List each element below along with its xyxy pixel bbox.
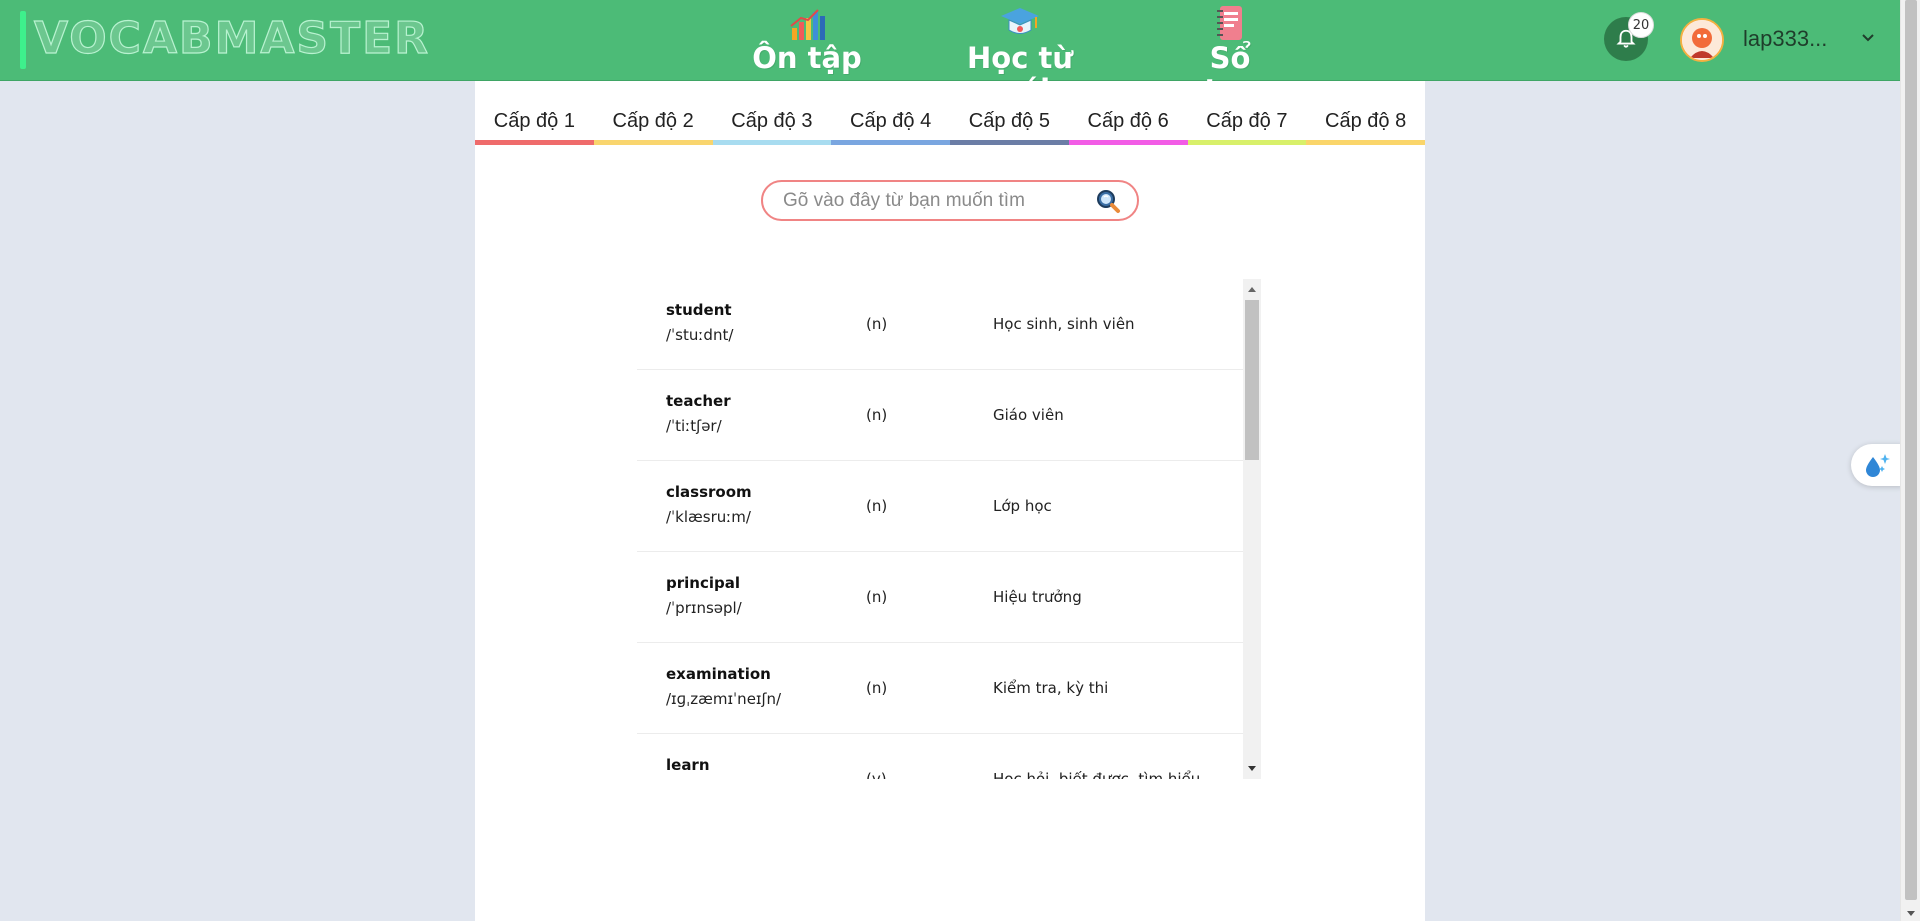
- word-list-scrollbar[interactable]: [1243, 279, 1261, 779]
- word-pos: (n): [866, 679, 888, 697]
- word-pos: (n): [866, 315, 888, 333]
- tab-level-3[interactable]: Cấp độ 3: [712, 103, 832, 145]
- word-meaning: Lớp học: [993, 497, 1052, 515]
- page-scroll-down-icon[interactable]: [1907, 911, 1915, 916]
- word-pos: (n): [866, 588, 888, 606]
- nav-notebook[interactable]: Sổ tay: [1180, 0, 1280, 106]
- word-meaning: Hiệu trưởng: [993, 588, 1082, 606]
- word-ipa: /ˈklæsruːm/: [666, 508, 751, 526]
- list-item[interactable]: student /ˈstuːdnt/ (n) Học sinh, sinh vi…: [637, 279, 1243, 370]
- logo-accent-bar: [20, 11, 26, 69]
- floating-assistant-button[interactable]: [1851, 444, 1903, 486]
- word-pos: (v): [866, 770, 887, 779]
- list-item[interactable]: teacher /ˈtiːtʃər/ (n) Giáo viên: [637, 370, 1243, 461]
- username[interactable]: lap333...: [1743, 26, 1827, 52]
- tab-level-2[interactable]: Cấp độ 2: [593, 103, 713, 145]
- app-logo[interactable]: VOCABMASTER: [33, 12, 430, 64]
- word-meaning: Kiểm tra, kỳ thi: [993, 679, 1109, 697]
- graduation-cap-icon: [1001, 8, 1039, 34]
- tab-level-6[interactable]: Cấp độ 6: [1068, 103, 1188, 145]
- list-item[interactable]: classroom /ˈklæsruːm/ (n) Lớp học: [637, 461, 1243, 552]
- tab-level-4[interactable]: Cấp độ 4: [831, 103, 950, 145]
- chevron-down-icon[interactable]: [1860, 30, 1876, 46]
- word-text: teacher: [666, 392, 731, 410]
- top-navbar: VOCABMASTER Ôn tập Học từ mới Sổ ta: [0, 0, 1900, 106]
- word-text: examination: [666, 665, 771, 683]
- tab-level-5[interactable]: Cấp độ 5: [950, 103, 1069, 145]
- word-list: student /ˈstuːdnt/ (n) Học sinh, sinh vi…: [637, 279, 1261, 779]
- scroll-thumb[interactable]: [1245, 300, 1259, 460]
- word-text: learn: [666, 756, 710, 774]
- tab-level-1[interactable]: Cấp độ 1: [475, 103, 594, 145]
- word-meaning: Học hỏi, biết được, tìm hiểu: [993, 770, 1201, 779]
- word-ipa: /ˈtiːtʃər/: [666, 417, 722, 435]
- page-scroll-thumb[interactable]: [1905, 0, 1917, 900]
- scroll-up-icon[interactable]: [1248, 287, 1256, 292]
- notebook-icon: [1217, 6, 1242, 40]
- tab-level-8[interactable]: Cấp độ 8: [1306, 103, 1425, 145]
- avatar-image: [1682, 20, 1722, 60]
- search-icon[interactable]: [1095, 188, 1121, 214]
- word-text: student: [666, 301, 732, 319]
- word-ipa: /ˈprɪnsəpl/: [666, 599, 742, 617]
- list-item[interactable]: learn (v) Học hỏi, biết được, tìm hiểu: [637, 734, 1243, 779]
- word-pos: (n): [866, 406, 888, 424]
- search-input[interactable]: [783, 187, 1083, 215]
- nav-review[interactable]: Ôn tập: [752, 0, 862, 81]
- search-box: [761, 180, 1139, 221]
- bar-chart-icon: [790, 9, 825, 40]
- word-text: classroom: [666, 483, 752, 501]
- scroll-down-icon[interactable]: [1248, 766, 1256, 771]
- main-panel: Cấp độ 1 Cấp độ 2 Cấp độ 3 Cấp độ 4 Cấp …: [475, 81, 1425, 921]
- word-pos: (n): [866, 497, 888, 515]
- nav-learn-new[interactable]: Học từ mới: [935, 0, 1105, 106]
- water-drop-sparkle-icon: [1866, 454, 1890, 477]
- level-tabs: Cấp độ 1 Cấp độ 2 Cấp độ 3 Cấp độ 4 Cấp …: [475, 103, 1425, 145]
- word-ipa: /ˈstuːdnt/: [666, 326, 734, 344]
- avatar[interactable]: [1680, 18, 1724, 62]
- word-text: principal: [666, 574, 740, 592]
- word-ipa: /ɪɡˌzæmɪˈneɪʃn/: [666, 690, 782, 708]
- word-meaning: Học sinh, sinh viên: [993, 315, 1135, 333]
- tab-level-7[interactable]: Cấp độ 7: [1187, 103, 1307, 145]
- nav-review-label: Ôn tập: [752, 41, 862, 75]
- page-scrollbar[interactable]: [1900, 0, 1920, 921]
- list-item[interactable]: examination /ɪɡˌzæmɪˈneɪʃn/ (n) Kiểm tra…: [637, 643, 1243, 734]
- word-meaning: Giáo viên: [993, 406, 1064, 424]
- notification-count-badge: 20: [1628, 12, 1654, 38]
- list-item[interactable]: principal /ˈprɪnsəpl/ (n) Hiệu trưởng: [637, 552, 1243, 643]
